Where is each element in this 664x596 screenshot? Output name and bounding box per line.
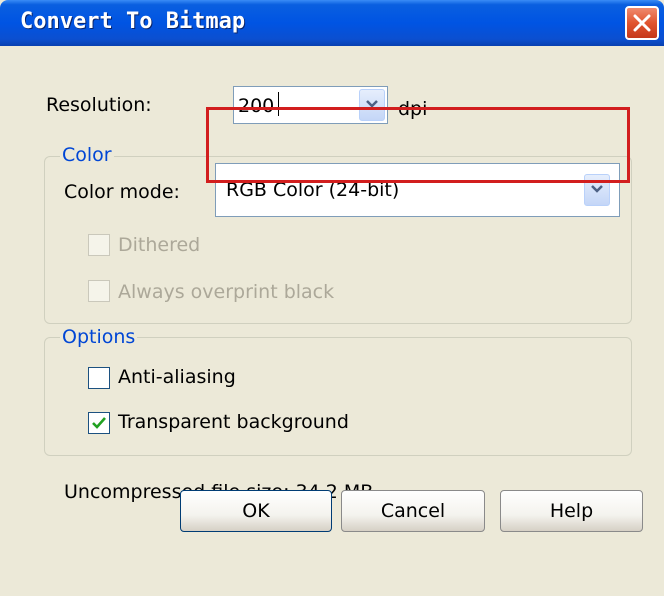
chevron-down-icon [591, 185, 603, 193]
help-button[interactable]: Help [500, 490, 643, 532]
window-title: Convert To Bitmap [20, 9, 246, 34]
close-button[interactable] [625, 6, 659, 40]
resolution-label: Resolution: [46, 94, 152, 116]
close-icon [633, 14, 651, 32]
anti-aliasing-checkbox[interactable] [88, 367, 110, 389]
dithered-checkbox[interactable] [88, 234, 110, 256]
color-mode-highlight-box [206, 107, 630, 183]
overprint-black-checkbox[interactable] [88, 280, 110, 302]
options-group-legend: Options [60, 326, 138, 348]
convert-to-bitmap-dialog: Convert To Bitmap Resolution: 200 dpi Co… [0, 0, 664, 596]
options-group [44, 337, 632, 456]
ok-button[interactable]: OK [180, 490, 332, 532]
transparent-background-checkbox[interactable] [88, 412, 110, 434]
color-mode-label: Color mode: [64, 181, 180, 203]
cancel-button[interactable]: Cancel [341, 490, 485, 532]
color-group-legend: Color [60, 144, 114, 166]
anti-aliasing-label: Anti-aliasing [118, 366, 236, 388]
transparent-background-label: Transparent background [118, 411, 349, 433]
title-bar[interactable]: Convert To Bitmap [0, 0, 664, 46]
dithered-label: Dithered [118, 234, 201, 256]
overprint-black-label: Always overprint black [118, 281, 335, 303]
check-icon [92, 417, 106, 429]
